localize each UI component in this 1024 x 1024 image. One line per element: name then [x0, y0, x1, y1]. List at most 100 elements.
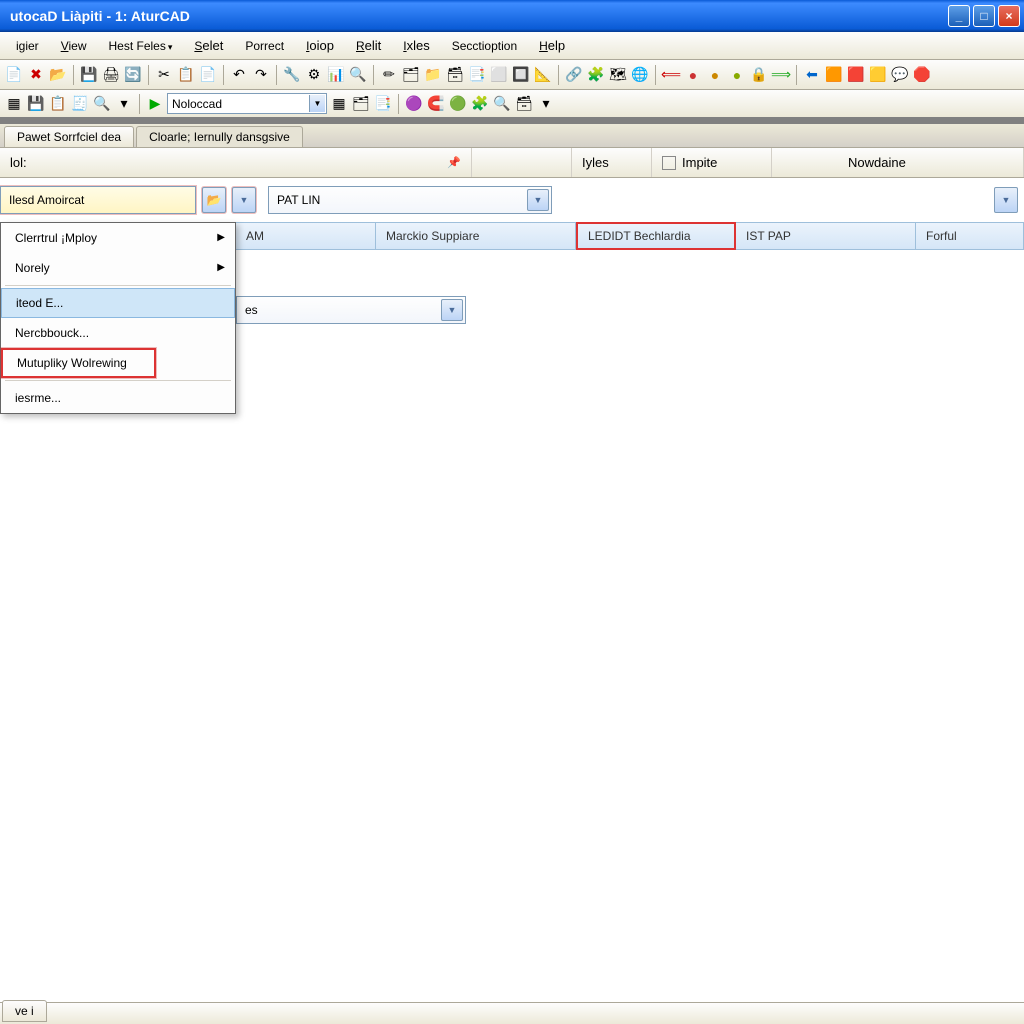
filter-impite-label[interactable]: Impite [682, 155, 717, 170]
tb2-arrow-icon[interactable]: ▾ [114, 94, 134, 114]
tb2-icon13[interactable]: 🧩 [470, 94, 490, 114]
secondary-combo[interactable]: es ▼ [236, 296, 466, 324]
tool-print-icon[interactable]: 🖨 [101, 65, 121, 85]
tool-stop-icon[interactable]: 🛑 [912, 65, 932, 85]
tb2-icon12[interactable]: 🟢 [448, 94, 468, 114]
tb2-icon10[interactable]: 🟣 [404, 94, 424, 114]
tool-comment-icon[interactable]: 💬 [890, 65, 910, 85]
far-right-dropdown-button[interactable]: ▼ [994, 187, 1018, 213]
minimize-button[interactable]: _ [948, 5, 970, 27]
tool-cut-icon[interactable]: ✂ [154, 65, 174, 85]
tool-delete-icon[interactable]: ✖ [26, 65, 46, 85]
tb2-icon9[interactable]: 📑 [373, 94, 393, 114]
tool-refresh-icon[interactable]: 🔄 [123, 65, 143, 85]
col-istpap[interactable]: IST PAP [736, 222, 916, 250]
filter-iyles-label[interactable]: Iyles [582, 155, 609, 170]
tool-save-icon[interactable]: 💾 [79, 65, 99, 85]
tool-misc15-icon[interactable]: 🗺 [608, 65, 628, 85]
col-forful[interactable]: Forful [916, 222, 1024, 250]
tool-redo-icon[interactable]: ↷ [251, 65, 271, 85]
submenu-arrow-icon: ▶ [217, 262, 225, 273]
tool-nav5-icon[interactable]: 🟥 [846, 65, 866, 85]
menu-item-iteod[interactable]: iteod E... [1, 288, 235, 318]
tool-misc1-icon[interactable]: 🔧 [282, 65, 302, 85]
tool-nav6-icon[interactable]: 🟨 [868, 65, 888, 85]
tool-ball2-icon[interactable]: ● [705, 65, 725, 85]
col-ledidt-highlighted[interactable]: LEDIDT Bechlardia [576, 222, 736, 250]
tb2-icon4[interactable]: 🧾 [70, 94, 90, 114]
tool-paste-icon[interactable]: 📄 [198, 65, 218, 85]
tool-open-icon[interactable]: 📂 [48, 65, 68, 85]
tb2-icon2[interactable]: 💾 [26, 94, 46, 114]
tool-misc16-icon[interactable]: 🌐 [630, 65, 650, 85]
tool-ball1-icon[interactable]: ● [683, 65, 703, 85]
tool-misc4-icon[interactable]: 🔍 [348, 65, 368, 85]
maximize-button[interactable]: □ [973, 5, 995, 27]
menu-item-5[interactable]: Ioiop [296, 34, 344, 57]
tb2-icon3[interactable]: 📋 [48, 94, 68, 114]
filter-pin-icon[interactable]: 📌 [447, 156, 461, 169]
tool-nav3-icon[interactable]: ⬅ [802, 65, 822, 85]
tool-ball3-icon[interactable]: ● [727, 65, 747, 85]
tb2-icon1[interactable]: ▦ [4, 94, 24, 114]
tool-copy-icon[interactable]: 📋 [176, 65, 196, 85]
tool-misc13-icon[interactable]: 🔗 [564, 65, 584, 85]
menu-item-norely[interactable]: Norely▶ [1, 253, 235, 283]
bottom-tab[interactable]: ve i [2, 1000, 47, 1022]
right-combo[interactable]: PAT LIN ▼ [268, 186, 552, 214]
tb2-icon15[interactable]: 🗃 [514, 94, 534, 114]
filter-row: lol: 📌 Iyles Impite Nowdaine [0, 148, 1024, 178]
layer-combo-value: Noloccad [172, 97, 222, 111]
col-marckio[interactable]: Marckio Suppiare [376, 222, 576, 250]
menu-item-0[interactable]: igier [6, 34, 49, 57]
layer-combo[interactable]: Noloccad ▼ [167, 93, 327, 114]
menu-item-4[interactable]: Porrect [235, 34, 294, 57]
tool-misc6-icon[interactable]: 🗂 [401, 65, 421, 85]
tb2-icon14[interactable]: 🔍 [492, 94, 512, 114]
tb2-icon11[interactable]: 🧲 [426, 94, 446, 114]
menu-item-6[interactable]: Relit [346, 34, 391, 57]
tool-misc9-icon[interactable]: 📑 [467, 65, 487, 85]
menu-item-iesrme[interactable]: iesrme... [1, 383, 235, 413]
tool-misc12-icon[interactable]: 📐 [533, 65, 553, 85]
menu-item-clerrtrul[interactable]: Clerrtrul ¡Mploy▶ [1, 223, 235, 253]
tool-nav4-icon[interactable]: 🟧 [824, 65, 844, 85]
tool-misc7-icon[interactable]: 📁 [423, 65, 443, 85]
menu-item-mutupliky-highlighted[interactable]: Mutupliky Wolrewing [1, 348, 156, 378]
menu-item-2[interactable]: Hest Feles▾ [99, 34, 183, 57]
tb2-icon8[interactable]: 🗂 [351, 94, 371, 114]
menu-item-nercbbouck[interactable]: Nercbbouck... [1, 318, 235, 348]
tab-1[interactable]: Pawet Sorrfciel dea [4, 126, 134, 147]
menu-item-1[interactable]: View [51, 34, 97, 57]
tool-misc5-icon[interactable]: ✏ [379, 65, 399, 85]
left-combo-icon-button[interactable]: 📂 [202, 187, 226, 213]
tb2-arrow2-icon[interactable]: ▾ [536, 94, 556, 114]
tb2-icon6[interactable]: ▶ [145, 94, 165, 114]
tab-2[interactable]: Cloarle; Iernully dansgsive [136, 126, 303, 147]
menu-item-9[interactable]: Help [529, 34, 575, 57]
tb2-icon5[interactable]: 🔍 [92, 94, 112, 114]
tool-misc11-icon[interactable]: 🔲 [511, 65, 531, 85]
tb2-icon7[interactable]: ▦ [329, 94, 349, 114]
col-am[interactable]: AM [236, 222, 376, 250]
close-button[interactable]: × [998, 5, 1020, 27]
tool-nav2-icon[interactable]: ⟹ [771, 65, 791, 85]
tool-misc8-icon[interactable]: 🗃 [445, 65, 465, 85]
right-combo-value: PAT LIN [277, 193, 320, 207]
tool-undo-icon[interactable]: ↶ [229, 65, 249, 85]
tool-misc10-icon[interactable]: ⬜ [489, 65, 509, 85]
tool-misc3-icon[interactable]: 📊 [326, 65, 346, 85]
menu-item-7[interactable]: Ixles [393, 34, 439, 57]
tool-lock-icon[interactable]: 🔒 [749, 65, 769, 85]
menu-item-8[interactable]: Secctioption [442, 34, 527, 57]
tool-new-icon[interactable]: 📄 [4, 65, 24, 85]
tool-misc2-icon[interactable]: ⚙ [304, 65, 324, 85]
tool-nav1-icon[interactable]: ⟸ [661, 65, 681, 85]
menu-item-3[interactable]: Selet [184, 34, 233, 57]
chevron-down-icon: ▼ [309, 95, 325, 112]
left-combo-highlighted[interactable]: Ilesd Amoircat [0, 186, 196, 214]
dropdown-menu: Clerrtrul ¡Mploy▶ Norely▶ iteod E... Ner… [0, 222, 236, 414]
left-combo-dropdown-button[interactable]: ▼ [232, 187, 256, 213]
filter-nowdaine-label[interactable]: Nowdaine [848, 155, 906, 170]
tool-misc14-icon[interactable]: 🧩 [586, 65, 606, 85]
